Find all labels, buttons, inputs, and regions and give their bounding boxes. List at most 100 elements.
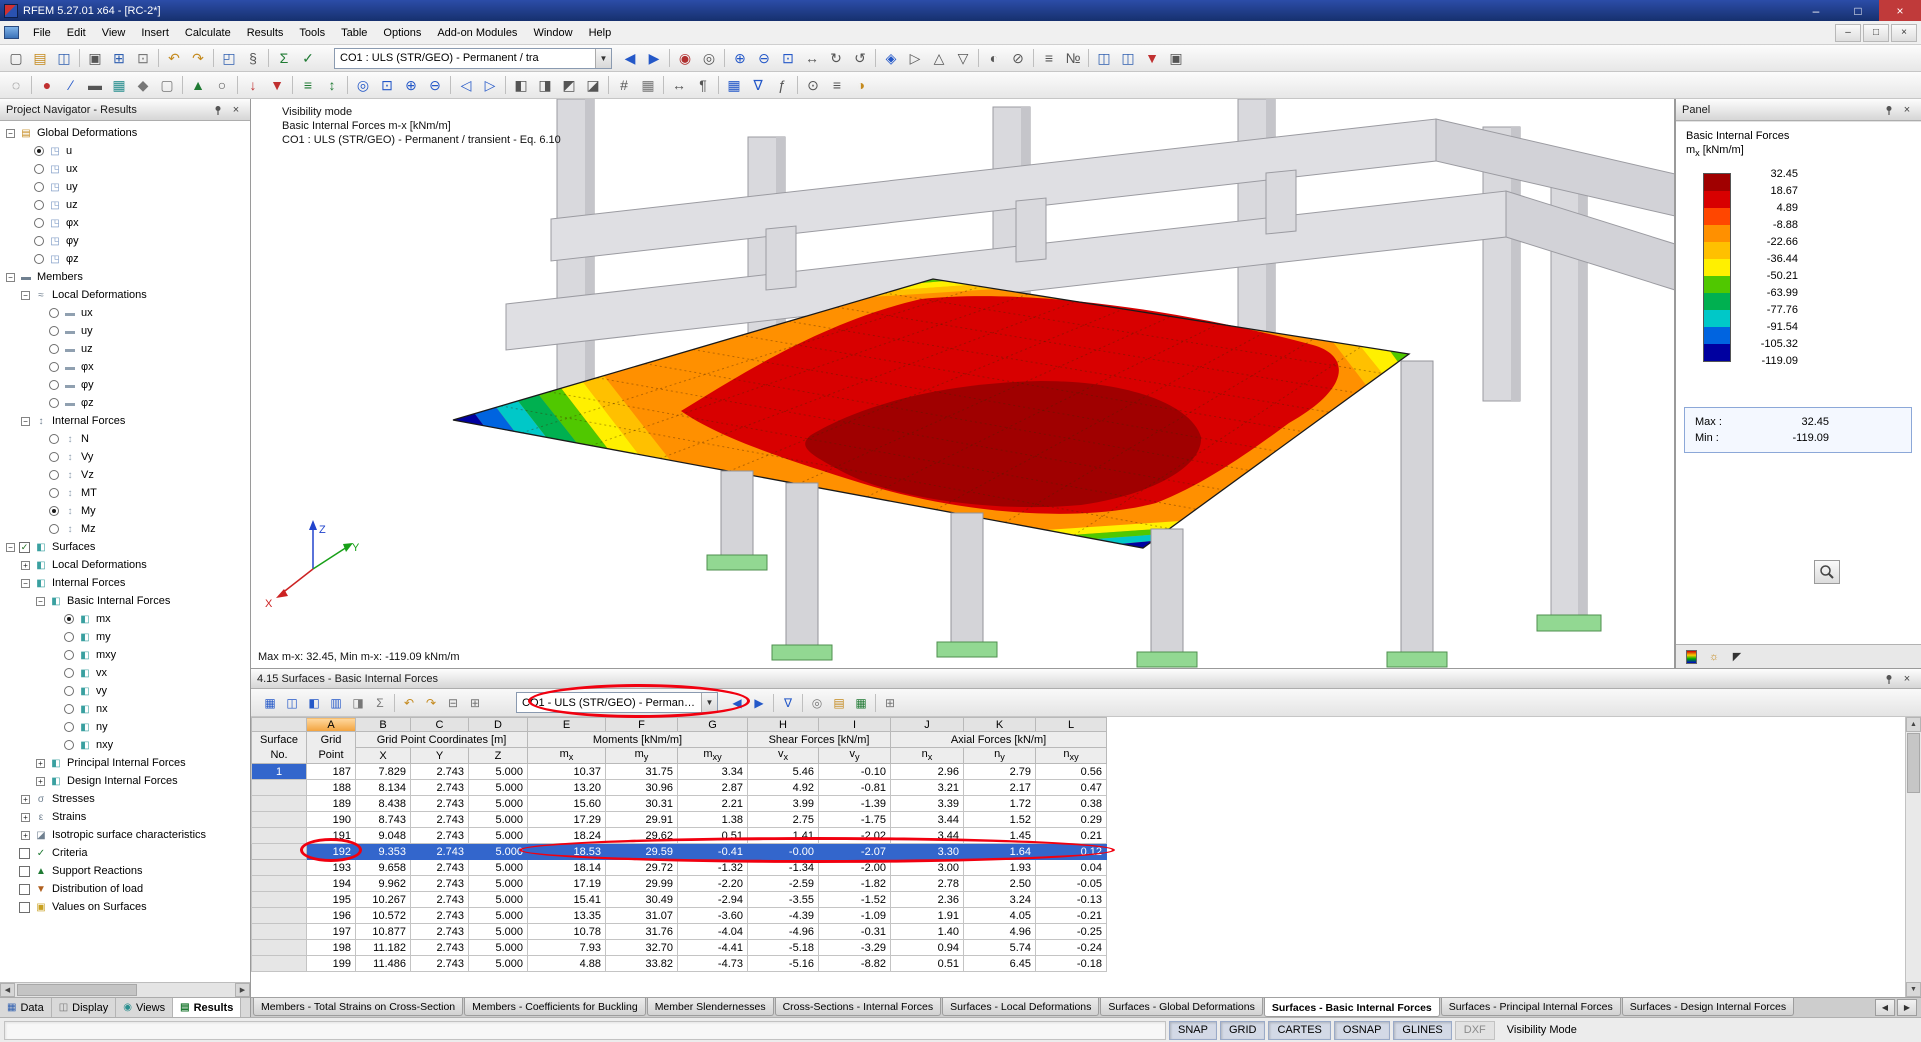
menu-add-on-modules[interactable]: Add-on Modules xyxy=(429,25,525,41)
data-cell[interactable]: 5.000 xyxy=(469,908,528,924)
surface-no-cell[interactable] xyxy=(252,876,307,892)
data-cell[interactable]: -0.13 xyxy=(1036,892,1107,908)
tree-item[interactable]: −◧Basic Internal Forces xyxy=(0,592,250,610)
radio[interactable] xyxy=(49,488,59,498)
table-view-icon[interactable]: ◧ xyxy=(304,693,324,713)
view-in-x-icon[interactable]: ▷ xyxy=(904,47,926,69)
lock-icon[interactable]: ⊙ xyxy=(802,74,824,96)
filter-icon[interactable]: ∇ xyxy=(747,74,769,96)
zoom-window-icon[interactable]: ⊡ xyxy=(777,47,799,69)
data-cell[interactable]: 32.70 xyxy=(606,940,678,956)
close-icon[interactable]: × xyxy=(1899,102,1915,117)
units-icon[interactable]: № xyxy=(1062,47,1084,69)
scrollbar-thumb[interactable] xyxy=(1907,733,1920,793)
column-letter-A[interactable]: A xyxy=(307,718,356,732)
data-cell[interactable]: 3.30 xyxy=(891,844,964,860)
data-cell[interactable]: 29.99 xyxy=(606,876,678,892)
render-wireframe-icon[interactable]: ◩ xyxy=(558,74,580,96)
data-cell[interactable]: 29.91 xyxy=(606,812,678,828)
colors-icon[interactable]: ◑ xyxy=(850,74,872,96)
next-load-case-icon[interactable]: ▶ xyxy=(643,47,665,69)
data-cell[interactable]: 17.29 xyxy=(528,812,606,828)
view-in-y-icon[interactable]: △ xyxy=(928,47,950,69)
data-cell[interactable]: 11.486 xyxy=(356,956,411,972)
tree-item[interactable]: +◧Local Deformations xyxy=(0,556,250,574)
tab-scroll-right-icon[interactable]: ▶ xyxy=(1897,999,1917,1016)
table-columns-icon[interactable]: ▥ xyxy=(326,693,346,713)
radio-selected[interactable] xyxy=(34,146,44,156)
data-cell[interactable]: -0.24 xyxy=(1036,940,1107,956)
radio[interactable] xyxy=(64,650,74,660)
data-cell[interactable]: 0.56 xyxy=(1036,764,1107,780)
close-icon[interactable]: × xyxy=(228,102,244,117)
surface-no-cell[interactable] xyxy=(252,844,307,860)
data-cell[interactable]: 2.743 xyxy=(411,876,469,892)
menu-calculate[interactable]: Calculate xyxy=(177,25,239,41)
data-cell[interactable]: 3.39 xyxy=(891,796,964,812)
close-icon[interactable]: × xyxy=(1899,671,1915,686)
render-hidden-icon[interactable]: ◪ xyxy=(582,74,604,96)
paste-icon[interactable]: ⊡ xyxy=(132,47,154,69)
data-cell[interactable]: -1.09 xyxy=(819,908,891,924)
pdf-export-icon[interactable]: ▼ xyxy=(1141,47,1163,69)
radio[interactable] xyxy=(49,344,59,354)
data-cell[interactable]: 5.74 xyxy=(964,940,1036,956)
surface-icon[interactable]: ▦ xyxy=(108,74,130,96)
data-cell[interactable]: 9.048 xyxy=(356,828,411,844)
table-row[interactable]: 1939.6582.7435.00018.1429.72-1.32-1.34-2… xyxy=(252,860,1107,876)
column-letter-E[interactable]: E xyxy=(528,718,606,732)
work-window-2-icon[interactable]: ◫ xyxy=(1117,47,1139,69)
navigator-hscrollbar[interactable]: ◀ ▶ xyxy=(0,982,250,997)
data-cell[interactable]: -0.41 xyxy=(678,844,748,860)
status-toggle-cartes[interactable]: CARTES xyxy=(1268,1021,1330,1040)
surface-no-cell[interactable] xyxy=(252,828,307,844)
collapse-icon[interactable]: − xyxy=(21,579,30,588)
data-cell[interactable]: 2.21 xyxy=(678,796,748,812)
scrollbar-thumb[interactable] xyxy=(17,984,137,996)
data-cell[interactable]: 187 xyxy=(307,764,356,780)
data-cell[interactable]: 31.07 xyxy=(606,908,678,924)
tree-item[interactable]: ↕My xyxy=(0,502,250,520)
column-letter-C[interactable]: C xyxy=(411,718,469,732)
nav-tab-data[interactable]: ▦Data xyxy=(0,998,52,1017)
rotate-view-icon[interactable]: ↻ xyxy=(825,47,847,69)
radio[interactable] xyxy=(49,326,59,336)
data-cell[interactable]: 4.05 xyxy=(964,908,1036,924)
isometric-view-icon[interactable]: ◈ xyxy=(880,47,902,69)
data-cell[interactable]: 2.743 xyxy=(411,924,469,940)
table-tab[interactable]: Members - Coefficients for Buckling xyxy=(464,998,646,1016)
zoom-minus-icon[interactable]: ⊖ xyxy=(424,74,446,96)
tree-item[interactable]: ✓Criteria xyxy=(0,844,250,862)
collapse-icon[interactable]: − xyxy=(6,543,15,552)
data-cell[interactable]: 4.96 xyxy=(964,924,1036,940)
tree-item[interactable]: ◳φy xyxy=(0,232,250,250)
radio[interactable] xyxy=(49,362,59,372)
zoom-out-icon[interactable]: ⊖ xyxy=(753,47,775,69)
data-cell[interactable]: 190 xyxy=(307,812,356,828)
table-export-icon[interactable]: ⊟ xyxy=(443,693,463,713)
next-result-icon[interactable]: ▶ xyxy=(749,693,769,713)
data-cell[interactable]: 0.12 xyxy=(1036,844,1107,860)
data-cell[interactable]: 15.41 xyxy=(528,892,606,908)
data-cell[interactable]: 197 xyxy=(307,924,356,940)
data-cell[interactable]: 5.46 xyxy=(748,764,819,780)
status-toggle-grid[interactable]: GRID xyxy=(1220,1021,1266,1040)
load-case-combobox[interactable]: CO1 : ULS (STR/GEO) - Permanent / tra ▼ xyxy=(334,48,612,69)
solid-icon[interactable]: ◆ xyxy=(132,74,154,96)
tree-item[interactable]: −✓◧Surfaces xyxy=(0,538,250,556)
data-cell[interactable]: 29.72 xyxy=(606,860,678,876)
table-row[interactable]: 19710.8772.7435.00010.7831.76-4.04-4.96-… xyxy=(252,924,1107,940)
maximize-button[interactable]: □ xyxy=(1837,0,1879,21)
expand-icon[interactable]: + xyxy=(21,561,30,570)
data-cell[interactable]: 29.62 xyxy=(606,828,678,844)
tree-item[interactable]: ↕N xyxy=(0,430,250,448)
pan-icon[interactable]: ↔ xyxy=(801,47,823,69)
pin-icon[interactable] xyxy=(1881,102,1897,117)
table-tab[interactable]: Surfaces - Basic Internal Forces xyxy=(1264,998,1440,1017)
data-cell[interactable]: 0.47 xyxy=(1036,780,1107,796)
table-row[interactable]: 19911.4862.7435.0004.8833.82-4.73-5.16-8… xyxy=(252,956,1107,972)
radio[interactable] xyxy=(64,722,74,732)
show-tables-icon[interactable]: ▦ xyxy=(723,74,745,96)
menu-view[interactable]: View xyxy=(94,25,134,41)
grid-icon[interactable]: ▦ xyxy=(637,74,659,96)
